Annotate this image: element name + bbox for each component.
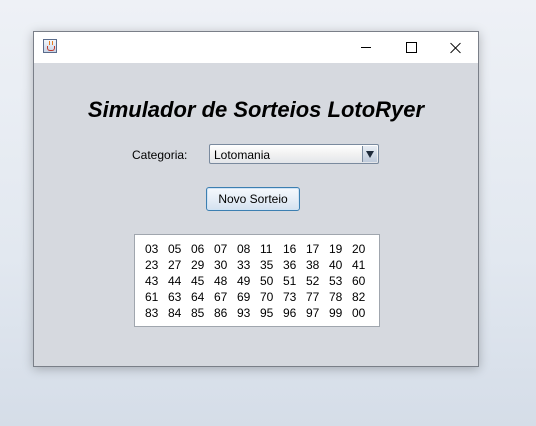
drawn-number: 63: [168, 290, 182, 304]
drawn-number: 00: [352, 306, 366, 320]
close-icon: [450, 42, 462, 54]
drawn-number: 73: [283, 290, 297, 304]
maximize-button[interactable]: [388, 32, 434, 63]
drawn-number: 67: [214, 290, 228, 304]
drawn-number: 99: [329, 306, 343, 320]
drawn-number: 19: [329, 242, 343, 256]
minimize-button[interactable]: [343, 32, 389, 63]
drawn-number: 49: [237, 274, 251, 288]
java-cup-icon[interactable]: [43, 39, 57, 53]
drawn-number: 36: [283, 258, 297, 272]
category-select-value: Lotomania: [214, 148, 271, 162]
drawn-number: 16: [283, 242, 297, 256]
drawn-number: 97: [306, 306, 320, 320]
drawn-number: 61: [145, 290, 159, 304]
minimize-icon: [361, 47, 371, 48]
drawn-number: 29: [191, 258, 205, 272]
close-button[interactable]: [433, 32, 479, 63]
drawn-number: 70: [260, 290, 274, 304]
dropdown-arrow-button[interactable]: [362, 146, 377, 162]
drawn-number: 60: [352, 274, 366, 288]
category-label: Categoria:: [132, 148, 188, 162]
drawn-number: 44: [168, 274, 182, 288]
drawn-number: 52: [306, 274, 320, 288]
drawn-number: 78: [329, 290, 343, 304]
drawn-number: 20: [352, 242, 366, 256]
drawn-number: 51: [283, 274, 297, 288]
app-window: Simulador de Sorteios LotoRyer Categoria…: [33, 31, 479, 367]
numbers-row: 83 84 85 86 93 95 96 97 99 00: [135, 305, 379, 321]
drawn-number: 38: [306, 258, 320, 272]
page-title: Simulador de Sorteios LotoRyer: [87, 97, 425, 122]
drawn-number: 07: [214, 242, 228, 256]
drawn-number: 84: [168, 306, 182, 320]
drawn-numbers-area: 03 05 06 07 08 11 16 17 19 20 23 27 29 3…: [134, 234, 380, 327]
drawn-number: 23: [145, 258, 159, 272]
drawn-number: 33: [237, 258, 251, 272]
numbers-row: 43 44 45 48 49 50 51 52 53 60: [135, 273, 379, 289]
drawn-number: 86: [214, 306, 228, 320]
drawn-number: 43: [145, 274, 159, 288]
drawn-number: 11: [260, 242, 273, 256]
title-bar[interactable]: [34, 32, 478, 63]
drawn-number: 85: [191, 306, 205, 320]
drawn-number: 95: [260, 306, 274, 320]
category-select[interactable]: Lotomania: [209, 144, 379, 164]
new-draw-button[interactable]: Novo Sorteio: [206, 187, 300, 211]
drawn-number: 35: [260, 258, 274, 272]
drawn-number: 45: [191, 274, 205, 288]
drawn-number: 93: [237, 306, 251, 320]
drawn-number: 08: [237, 242, 251, 256]
drawn-number: 48: [214, 274, 228, 288]
drawn-number: 03: [145, 242, 159, 256]
drawn-number: 64: [191, 290, 205, 304]
drawn-number: 83: [145, 306, 159, 320]
drawn-number: 50: [260, 274, 274, 288]
drawn-number: 82: [352, 290, 366, 304]
drawn-number: 06: [191, 242, 205, 256]
numbers-row: 03 05 06 07 08 11 16 17 19 20: [135, 241, 379, 257]
drawn-number: 05: [168, 242, 182, 256]
drawn-number: 96: [283, 306, 297, 320]
drawn-number: 30: [214, 258, 228, 272]
chevron-down-icon: [366, 150, 374, 158]
drawn-number: 27: [168, 258, 182, 272]
numbers-row: 61 63 64 67 69 70 73 77 78 82: [135, 289, 379, 305]
drawn-number: 40: [329, 258, 343, 272]
drawn-number: 77: [306, 290, 320, 304]
drawn-number: 53: [329, 274, 343, 288]
maximize-icon: [405, 42, 417, 53]
numbers-row: 23 27 29 30 33 35 36 38 40 41: [135, 257, 379, 273]
drawn-number: 41: [352, 258, 366, 272]
drawn-number: 17: [306, 242, 320, 256]
drawn-number: 69: [237, 290, 251, 304]
